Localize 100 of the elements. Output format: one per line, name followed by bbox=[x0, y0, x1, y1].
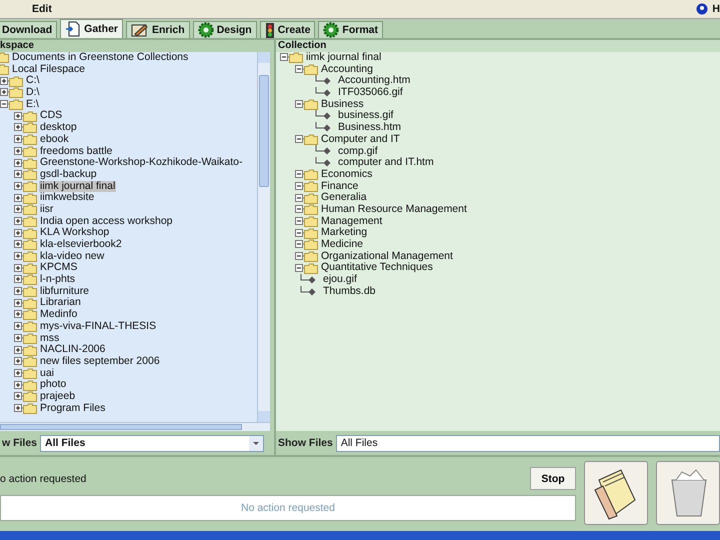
folder-name[interactable]: D:\ bbox=[25, 87, 40, 99]
folder-name[interactable]: Marketing bbox=[320, 227, 368, 240]
menu-item[interactable]: H bbox=[712, 3, 720, 15]
collapse-icon[interactable] bbox=[295, 240, 304, 250]
file-name[interactable]: Thumbs.db bbox=[322, 286, 377, 298]
file-name[interactable]: computer and IT.htm bbox=[337, 157, 435, 169]
expand-icon[interactable] bbox=[14, 357, 23, 366]
collapse-icon[interactable] bbox=[295, 100, 304, 110]
folder-name[interactable]: Local Filespace bbox=[11, 64, 86, 76]
file-name[interactable]: business.gif bbox=[337, 110, 394, 122]
trash-button[interactable] bbox=[656, 461, 720, 525]
expand-icon[interactable] bbox=[14, 182, 23, 191]
stop-button[interactable]: Stop bbox=[530, 467, 576, 490]
collapse-icon[interactable] bbox=[295, 182, 304, 191]
folder-name[interactable]: Medinfo bbox=[39, 309, 78, 321]
file-name[interactable]: ejou.gif bbox=[322, 274, 358, 286]
help-icon[interactable] bbox=[696, 3, 708, 15]
folder-name[interactable]: photo bbox=[39, 379, 68, 391]
expand-icon[interactable] bbox=[14, 392, 23, 402]
expand-icon[interactable] bbox=[14, 346, 23, 355]
expand-icon[interactable] bbox=[14, 252, 23, 262]
folder-name[interactable]: iimk journal final bbox=[39, 180, 116, 192]
collapse-icon[interactable] bbox=[295, 216, 304, 226]
folder-name[interactable]: Human Resource Management bbox=[320, 204, 468, 216]
folder-name[interactable]: kla-elsevierbook2 bbox=[39, 239, 123, 251]
expand-icon[interactable] bbox=[14, 322, 23, 332]
tab[interactable]: Design bbox=[192, 21, 257, 38]
folder-name[interactable]: Management bbox=[320, 216, 384, 228]
folder-name[interactable]: Documents in Greenstone Collections bbox=[11, 52, 190, 64]
folder-name[interactable]: kla-video new bbox=[39, 250, 106, 262]
folder-name[interactable]: iisr bbox=[39, 204, 54, 216]
folder-name[interactable]: uai bbox=[39, 368, 56, 380]
folder-name[interactable]: freedoms battle bbox=[39, 146, 114, 158]
collapse-icon[interactable] bbox=[295, 264, 304, 273]
expand-icon[interactable] bbox=[14, 228, 23, 238]
vertical-scrollbar[interactable] bbox=[257, 52, 270, 422]
expand-icon[interactable] bbox=[0, 76, 9, 86]
folder-name[interactable]: Economics bbox=[320, 168, 374, 181]
folder-name[interactable]: KLA Workshop bbox=[39, 227, 110, 240]
folder-name[interactable]: Finance bbox=[320, 180, 360, 192]
folder-name[interactable]: libfurniture bbox=[39, 286, 90, 298]
folder-name[interactable]: iimkwebsite bbox=[39, 192, 96, 204]
file-name[interactable]: Business.htm bbox=[337, 122, 402, 134]
expand-icon[interactable] bbox=[0, 88, 9, 98]
expand-icon[interactable] bbox=[14, 135, 23, 144]
filter-field[interactable]: All Files bbox=[336, 434, 720, 452]
folder-name[interactable]: Organizational Management bbox=[320, 250, 454, 262]
expand-icon[interactable] bbox=[14, 380, 23, 390]
folder-name[interactable]: ebook bbox=[39, 134, 70, 146]
collapse-icon[interactable] bbox=[295, 135, 304, 144]
collapse-icon[interactable] bbox=[295, 170, 304, 180]
folder-name[interactable]: Librarian bbox=[39, 297, 82, 310]
folder-name[interactable]: KPCMS bbox=[39, 262, 78, 274]
folder-name[interactable]: Medicine bbox=[320, 239, 364, 251]
tab[interactable]: Download bbox=[0, 21, 58, 38]
collapse-icon[interactable] bbox=[280, 53, 289, 62]
tab[interactable]: Gather bbox=[60, 19, 124, 38]
folder-name[interactable]: CDS bbox=[39, 110, 64, 122]
folder-name[interactable]: India open access workshop bbox=[39, 216, 174, 228]
filter-dropdown[interactable]: All Files bbox=[40, 434, 264, 452]
folder-name[interactable]: E:\ bbox=[25, 98, 40, 110]
collapse-icon[interactable] bbox=[0, 100, 9, 110]
file-name[interactable]: Accounting.htm bbox=[337, 75, 412, 88]
expand-icon[interactable] bbox=[14, 216, 23, 226]
folder-name[interactable]: NACLIN-2006 bbox=[39, 344, 106, 356]
expand-icon[interactable] bbox=[14, 275, 23, 284]
folder-name[interactable]: Greenstone-Workshop-Kozhikode-Waikato- bbox=[39, 157, 244, 169]
tab[interactable]: Create bbox=[260, 21, 316, 38]
collapse-icon[interactable] bbox=[295, 65, 304, 74]
folder-name[interactable]: Quantitative Techniques bbox=[320, 262, 434, 274]
expand-icon[interactable] bbox=[14, 240, 23, 250]
file-name[interactable]: comp.gif bbox=[337, 146, 379, 158]
menu-item[interactable]: Edit bbox=[32, 3, 52, 15]
expand-icon[interactable] bbox=[14, 146, 23, 156]
expand-icon[interactable] bbox=[14, 264, 23, 273]
folder-name[interactable]: Business bbox=[320, 98, 365, 110]
folder-name[interactable]: mss bbox=[39, 332, 60, 344]
open-folder-button[interactable] bbox=[584, 461, 648, 525]
expand-icon[interactable] bbox=[14, 368, 23, 378]
expand-icon[interactable] bbox=[14, 334, 23, 343]
expand-icon[interactable] bbox=[14, 112, 23, 121]
expand-icon[interactable] bbox=[14, 123, 23, 132]
expand-icon[interactable] bbox=[14, 310, 23, 320]
collapse-icon[interactable] bbox=[295, 252, 304, 262]
folder-name[interactable]: iimk journal final bbox=[305, 52, 382, 64]
tab[interactable]: Enrich bbox=[126, 21, 190, 38]
horizontal-scrollbar[interactable] bbox=[0, 422, 270, 431]
folder-name[interactable]: gsdl-backup bbox=[39, 168, 98, 181]
expand-icon[interactable] bbox=[14, 205, 23, 214]
expand-icon[interactable] bbox=[14, 404, 23, 413]
tab[interactable]: Format bbox=[318, 21, 383, 38]
folder-name[interactable]: l-n-phts bbox=[39, 274, 76, 286]
expand-icon[interactable] bbox=[14, 298, 23, 308]
expand-icon[interactable] bbox=[14, 158, 23, 168]
collapse-icon[interactable] bbox=[295, 228, 304, 238]
folder-name[interactable]: Computer and IT bbox=[320, 134, 401, 146]
folder-name[interactable]: Generalia bbox=[320, 192, 368, 204]
folder-name[interactable]: prajeeb bbox=[39, 390, 76, 403]
expand-icon[interactable] bbox=[14, 194, 23, 203]
expand-icon[interactable] bbox=[14, 287, 23, 296]
